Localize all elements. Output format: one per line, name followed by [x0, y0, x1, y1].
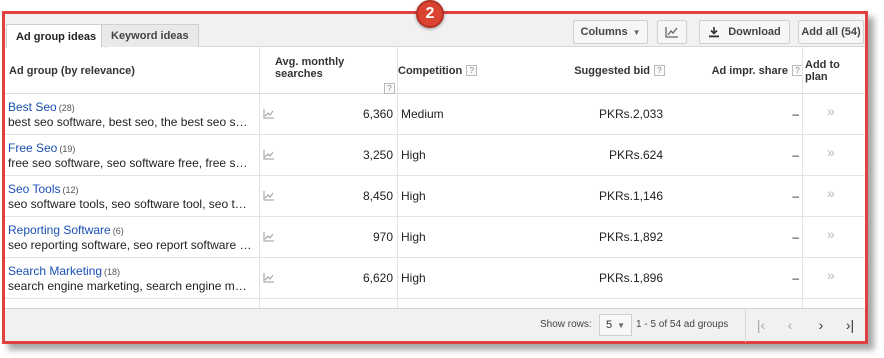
suggested-bid-value: PKRs.2,033: [598, 107, 663, 121]
competition-value: High: [401, 189, 426, 203]
header-impr-label: Ad impr. share: [711, 64, 788, 77]
add-to-plan-icon[interactable]: »: [827, 258, 835, 292]
ad-group-cell: Search Marketing (18) search engine marke…: [8, 258, 258, 298]
chevron-down-icon: ▼: [617, 320, 626, 330]
add-to-plan-icon[interactable]: »: [827, 217, 835, 251]
keyword-list: search engine marketing, search engine m…: [8, 279, 253, 293]
ad-group-cell: Reporting Software (6) seo reporting soft…: [8, 217, 258, 257]
keyword-list: free seo software, seo software free, fr…: [8, 156, 253, 170]
ad-group-link[interactable]: Reporting Software: [8, 223, 111, 237]
avg-searches-value: 6,620: [362, 271, 393, 285]
add-all-button[interactable]: Add all (54): [798, 20, 864, 44]
ad-group-link[interactable]: Search Marketing: [8, 264, 102, 278]
suggested-bid-value: PKRs.1,892: [598, 230, 663, 244]
header-competition-label: Competition: [398, 64, 463, 77]
suggested-bid-value: PKRs.1,896: [598, 271, 663, 285]
keyword-count: (28): [58, 103, 75, 113]
table-header: Ad group (by relevance) Avg. monthly sea…: [5, 47, 865, 94]
impr-share-value: –: [792, 148, 799, 162]
step-badge: 2: [416, 0, 444, 28]
header-competition[interactable]: Competition ?: [398, 47, 478, 94]
add-to-plan-icon[interactable]: »: [827, 94, 835, 128]
impr-share-value: –: [792, 189, 799, 203]
ad-group-link[interactable]: Free Seo: [8, 141, 57, 155]
impr-share-value: –: [792, 271, 799, 285]
header-add-to-plan: Add to plan: [805, 58, 840, 83]
download-button[interactable]: Download: [699, 20, 790, 44]
ad-group-cell: Best Seo (28) best seo software, best seo…: [8, 94, 258, 134]
ad-group-table: Best Seo (28) best seo software, best seo…: [5, 94, 865, 299]
columns-button[interactable]: Columns ▼: [573, 20, 648, 44]
competition-value: Medium: [401, 107, 444, 121]
show-rows-label: Show rows:: [540, 319, 592, 330]
ad-group-cell: Seo Tools (12) seo software tools, seo so…: [8, 176, 258, 216]
suggested-bid-value: PKRs.624: [608, 148, 663, 162]
last-page-icon[interactable]: ›|: [836, 313, 864, 337]
impr-share-value: –: [792, 107, 799, 121]
divider: [745, 309, 746, 342]
suggested-bid-value: PKRs.1,146: [598, 189, 663, 203]
table-row: Reporting Software (6) seo reporting soft…: [5, 217, 865, 258]
trend-chart-icon[interactable]: [263, 135, 283, 175]
add-to-plan-icon[interactable]: »: [827, 176, 835, 210]
table-row: Seo Tools (12) seo software tools, seo so…: [5, 176, 865, 217]
avg-searches-value: 8,450: [362, 189, 393, 203]
ad-group-link[interactable]: Seo Tools: [8, 182, 60, 196]
tab-ad-group-ideas[interactable]: Ad group ideas: [6, 24, 107, 48]
header-ad-group[interactable]: Ad group (by relevance): [9, 47, 135, 94]
ad-group-link[interactable]: Best Seo: [8, 100, 57, 114]
keyword-list: seo software tools, seo software tool, s…: [8, 197, 253, 211]
header-avg-monthly-searches[interactable]: Avg. monthly searches ?: [275, 47, 395, 94]
prev-page-icon[interactable]: ‹: [776, 313, 804, 337]
trend-chart-icon[interactable]: [263, 176, 283, 216]
download-label: Download: [728, 26, 781, 38]
chart-button[interactable]: [657, 20, 687, 44]
ad-group-ideas-panel: Ad group ideas Keyword ideas Columns ▼ D…: [2, 11, 868, 344]
ad-group-cell: Free Seo (19) free seo software, seo soft…: [8, 135, 258, 175]
impr-share-value: –: [792, 230, 799, 244]
competition-value: High: [401, 230, 426, 244]
keyword-count: (12): [62, 185, 79, 195]
trend-chart-icon[interactable]: [263, 258, 283, 298]
keyword-count: (18): [104, 267, 121, 277]
avg-searches-value: 970: [372, 230, 393, 244]
rows-per-page-select[interactable]: 5 ▼: [599, 314, 632, 336]
header-ad-impr-share[interactable]: Ad impr. share ?: [683, 47, 803, 94]
keyword-list: best seo software, best seo, the best se…: [8, 115, 253, 129]
tab-keyword-ideas[interactable]: Keyword ideas: [101, 24, 199, 47]
pagination-range: 1 - 5 of 54 ad groups: [636, 319, 729, 330]
avg-searches-value: 3,250: [362, 148, 393, 162]
header-avg-label: Avg. monthly searches: [275, 56, 345, 80]
next-page-icon[interactable]: ›: [807, 313, 835, 337]
trend-chart-icon[interactable]: [263, 94, 283, 134]
trend-chart-icon[interactable]: [263, 217, 283, 257]
competition-value: High: [401, 271, 426, 285]
download-icon: [709, 27, 720, 38]
help-icon[interactable]: ?: [466, 65, 478, 76]
line-chart-icon: [665, 27, 678, 38]
chevron-down-icon: ▼: [632, 27, 641, 37]
first-page-icon[interactable]: |‹: [747, 313, 775, 337]
header-suggested-bid[interactable]: Suggested bid ?: [545, 47, 665, 94]
keyword-list: seo reporting software, seo report softw…: [8, 238, 253, 252]
keyword-count: (19): [59, 144, 76, 154]
table-row: Best Seo (28) best seo software, best seo…: [5, 94, 865, 135]
table-row: Search Marketing (18) search engine marke…: [5, 258, 865, 299]
help-icon[interactable]: ?: [384, 83, 395, 94]
avg-searches-value: 6,360: [362, 107, 393, 121]
header-bid-label: Suggested bid: [574, 64, 650, 77]
table-row: Free Seo (19) free seo software, seo soft…: [5, 135, 865, 176]
rows-per-page-value: 5: [605, 319, 613, 331]
competition-value: High: [401, 148, 426, 162]
columns-label: Columns: [580, 26, 628, 38]
add-to-plan-icon[interactable]: »: [827, 135, 835, 169]
pagination-bar: Show rows: 5 ▼ 1 - 5 of 54 ad groups |‹ …: [5, 308, 865, 342]
keyword-count: (6): [112, 226, 124, 236]
help-icon[interactable]: ?: [654, 65, 665, 76]
